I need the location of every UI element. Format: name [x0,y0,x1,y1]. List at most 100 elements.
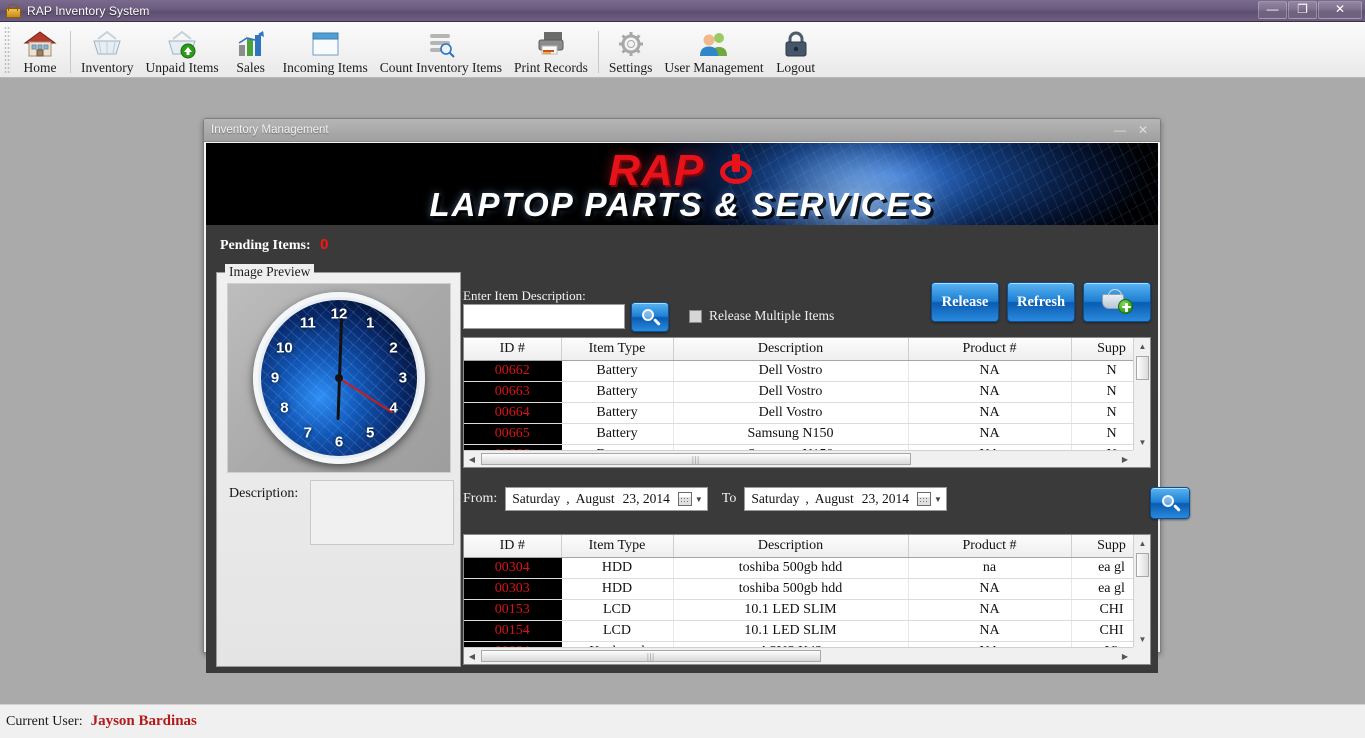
toolbar-item-user-management[interactable]: User Management [658,23,769,77]
child-close-button[interactable]: ✕ [1138,124,1148,136]
toolbar-item-settings[interactable]: Settings [603,23,659,77]
child-minimize-button[interactable]: — [1114,124,1126,136]
table-row[interactable]: 00154 LCD 10.1 LED SLIM NA CHI [464,620,1150,642]
minimize-button[interactable]: — [1258,1,1287,19]
scroll-down-icon[interactable]: ▼ [1134,434,1150,450]
toolbar-item-logout[interactable]: Logout [770,23,822,77]
search-input[interactable] [464,305,624,328]
toolbar-item-home[interactable]: Home [14,23,66,77]
toolbar-separator [70,31,71,73]
chevron-down-icon[interactable]: ▼ [695,495,703,504]
scroll-up-icon[interactable]: ▲ [1134,338,1150,354]
release-multiple-checkbox[interactable] [689,309,702,323]
gear-icon [614,29,648,59]
scroll-down-icon[interactable]: ▼ [1134,631,1150,647]
column-header-id[interactable]: ID # [464,338,562,361]
scroll-left-icon[interactable]: ◀ [464,451,480,467]
cell-item-type: LCD [561,599,674,621]
window-icon [308,29,342,59]
column-header-description[interactable]: Description [673,338,909,361]
table-row[interactable]: 00303 HDD toshiba 500gb hdd NA ea gl [464,578,1150,600]
scroll-left-icon[interactable]: ◀ [464,648,480,664]
pending-items-grid[interactable]: ID # Item Type Description Product # Sup… [463,337,1151,468]
scroll-thumb[interactable]: ||| [481,453,911,465]
table-row[interactable]: 00304 HDD toshiba 500gb hdd na ea gl [464,557,1150,579]
release-multiple-items-row[interactable]: Release Multiple Items [689,308,834,324]
magnifier-icon [641,308,661,326]
calendar-icon[interactable] [917,492,932,506]
cell-item-type: Battery [561,402,674,424]
to-date: 23, 2014 [861,491,910,506]
scroll-right-icon[interactable]: ▶ [1117,451,1133,467]
search-input-wrapper[interactable] [463,304,625,329]
toolbar-item-print-records[interactable]: Print Records [508,23,594,77]
cell-product: NA [908,578,1072,600]
cell-description: Samsung N150 [673,423,909,445]
clock-number: 8 [280,399,289,417]
grid-vertical-scrollbar[interactable]: ▲ ▼ [1133,535,1150,647]
clock-hour-hand [336,377,341,421]
padlock-icon [779,29,813,59]
close-button[interactable]: ✕ [1318,1,1362,19]
column-header-item-type[interactable]: Item Type [561,535,674,558]
from-day: Saturday [512,491,561,506]
blue-circuit-board-wall-clock: 12 1 2 3 4 5 6 7 8 9 10 11 [253,292,425,464]
release-button[interactable]: Release [931,282,999,322]
column-header-product[interactable]: Product # [908,338,1072,361]
toolbar-item-incoming-items[interactable]: Incoming Items [277,23,374,77]
clock-number: 6 [334,433,344,451]
rap-banner: RAP LAPTOP PARTS & SERVICES [206,143,1158,225]
released-items-table: ID # Item Type Description Product # Sup… [464,535,1150,663]
clock-minute-hand [337,317,343,379]
add-item-button[interactable] [1083,282,1151,322]
column-header-product[interactable]: Product # [908,535,1072,558]
grid-horizontal-scrollbar[interactable]: ◀ ||| ▶ [464,647,1150,664]
scroll-up-icon[interactable]: ▲ [1134,535,1150,551]
scroll-right-icon[interactable]: ▶ [1117,648,1133,664]
toolbar-item-sales[interactable]: Sales [225,23,277,77]
toolbar-item-unpaid-items[interactable]: Unpaid Items [139,23,224,77]
table-row[interactable]: 00663 Battery Dell Vostro NA N [464,381,1150,403]
status-bar: Current User: Jayson Bardinas [0,704,1365,738]
cell-id: 00663 [464,381,562,403]
grid-vertical-scrollbar[interactable]: ▲ ▼ [1133,338,1150,450]
window-controls: — ❐ ✕ [1258,1,1362,19]
pending-items-count: 0 [320,236,329,253]
toolbar-item-count-inventory-items[interactable]: Count Inventory Items [374,23,508,77]
to-label: To [721,491,737,506]
calendar-icon[interactable] [677,492,692,506]
home-icon [23,29,57,59]
table-row[interactable]: 00662 Battery Dell Vostro NA N [464,360,1150,382]
toolbar-label: Count Inventory Items [379,60,502,75]
image-preview-box: 12 1 2 3 4 5 6 7 8 9 10 11 [227,283,451,473]
column-header-description[interactable]: Description [673,535,909,558]
scroll-thumb[interactable] [1136,356,1149,380]
toolbar-item-inventory[interactable]: Inventory [75,23,139,77]
scroll-thumb[interactable] [1136,553,1149,577]
maximize-button[interactable]: ❐ [1288,1,1317,19]
table-row[interactable]: 00665 Battery Samsung N150 NA N [464,423,1150,445]
description-value-box [310,480,454,545]
grid-horizontal-scrollbar[interactable]: ◀ ||| ▶ [464,450,1150,467]
clock-number: 3 [398,369,408,387]
scroll-thumb[interactable]: ||| [481,650,821,662]
released-items-grid[interactable]: ID # Item Type Description Product # Sup… [463,534,1151,665]
pending-items-table: ID # Item Type Description Product # Sup… [464,338,1150,466]
column-header-item-type[interactable]: Item Type [561,338,674,361]
refresh-button[interactable]: Refresh [1007,282,1075,322]
to-date-picker[interactable]: Saturday , August 23, 2014 ▼ [744,487,947,511]
search-items-button[interactable] [631,302,669,332]
child-window-title: Inventory Management [211,124,329,136]
table-row[interactable]: 00664 Battery Dell Vostro NA N [464,402,1150,424]
table-row[interactable]: 00153 LCD 10.1 LED SLIM NA CHI [464,599,1150,621]
stack-magnifier-icon [424,29,458,59]
from-date-picker[interactable]: Saturday , August 23, 2014 ▼ [505,487,708,511]
search-by-date-button[interactable] [1150,487,1190,519]
clock-number: 5 [366,424,375,442]
chevron-down-icon[interactable]: ▼ [934,495,942,504]
main-toolbar: Home Inventory Unpaid Items Sales Incomi… [0,22,1365,78]
column-header-id[interactable]: ID # [464,535,562,558]
toolbar-grip[interactable] [4,26,11,74]
table-header-row: ID # Item Type Description Product # Sup… [464,535,1150,558]
cell-description: Dell Vostro [673,402,909,424]
